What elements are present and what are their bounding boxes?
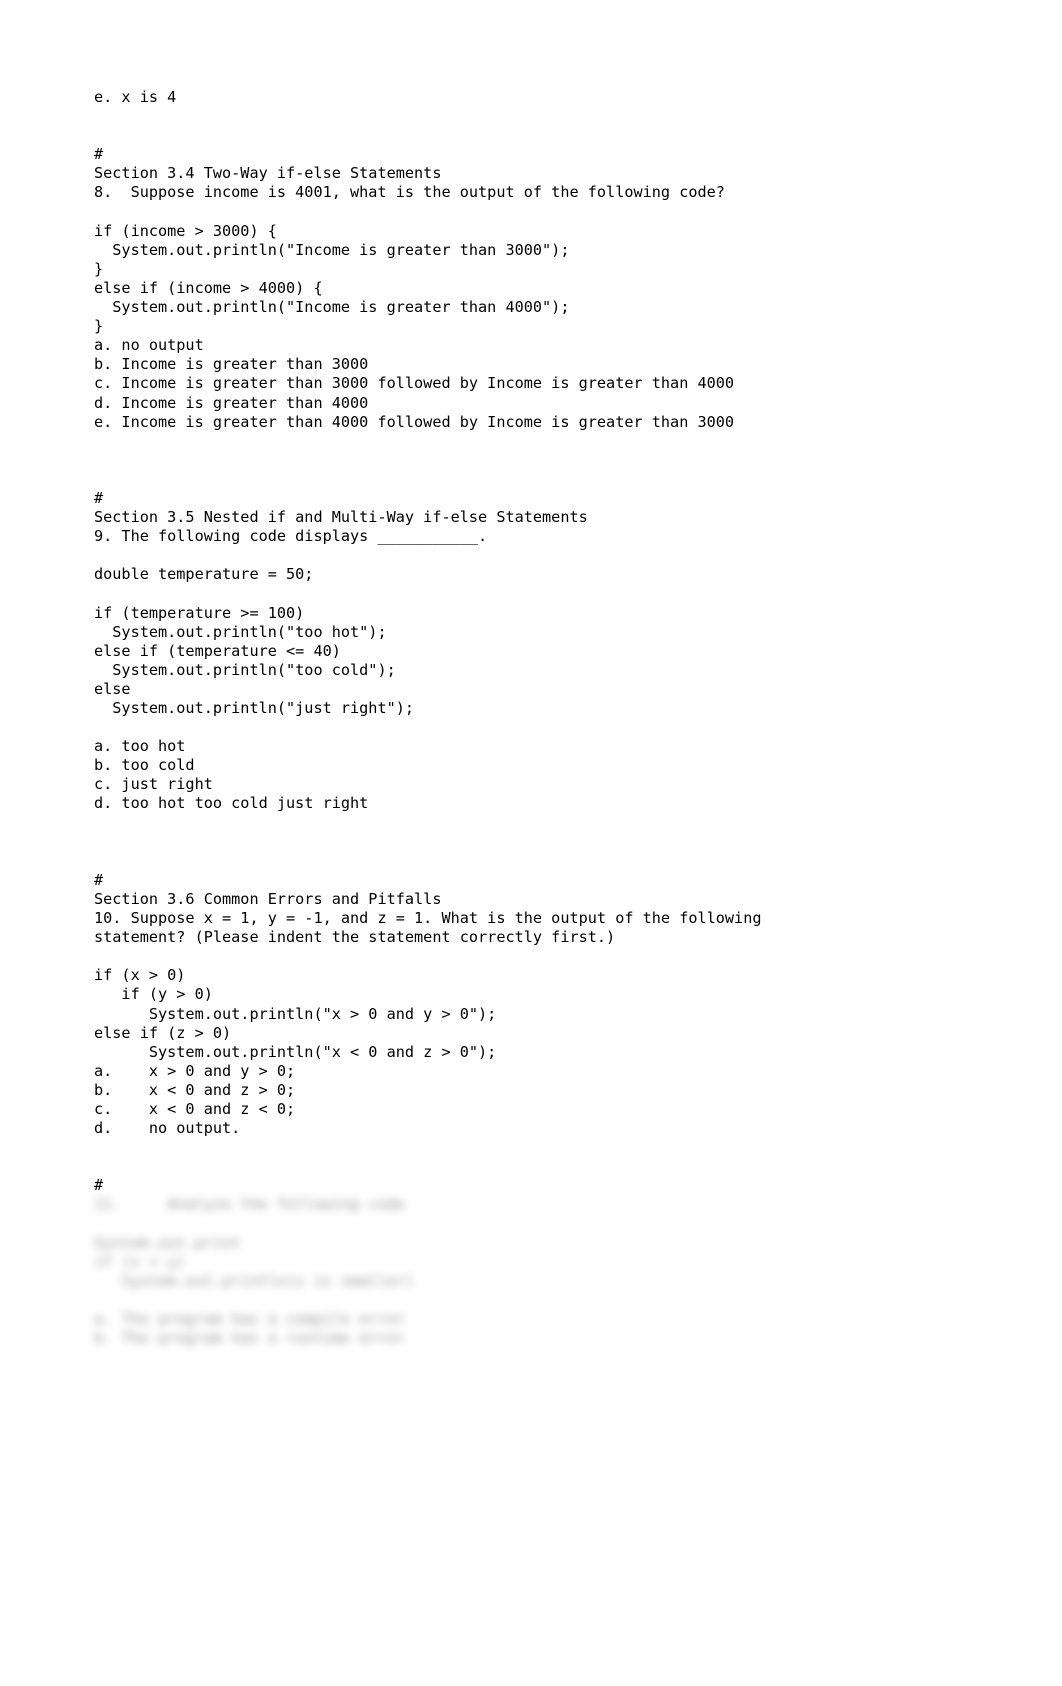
redacted-line xyxy=(94,1215,974,1234)
answer-option-b: b. Income is greater than 3000 xyxy=(94,355,369,374)
code-line: System.out.println("too cold"); xyxy=(94,660,396,679)
answer-option-a: a. no output xyxy=(94,336,204,355)
answer-option-e: e. Income is greater than 4000 followed … xyxy=(94,412,735,431)
answer-option-c: c. just right xyxy=(94,775,213,794)
section-marker-hash: # xyxy=(94,488,104,507)
section-marker-hash: # xyxy=(94,145,104,164)
answer-option-c: c. Income is greater than 3000 followed … xyxy=(94,374,735,393)
code-line: if (temperature >= 100) xyxy=(94,603,305,622)
code-line: if (income > 3000) { xyxy=(94,221,277,240)
section-marker-hash: # xyxy=(94,870,104,889)
code-line: System.out.println("x > 0 and y > 0"); xyxy=(94,1004,497,1023)
document-text-body: e. x is 4 # Section 3.4 Two-Way if-else … xyxy=(94,88,974,1348)
code-line: } xyxy=(94,259,104,278)
code-line: if (x > 0) xyxy=(94,966,186,985)
document-page: e. x is 4 # Section 3.4 Two-Way if-else … xyxy=(0,0,1062,1686)
redacted-line xyxy=(94,1291,974,1310)
answer-option-d: d. no output. xyxy=(94,1119,241,1138)
question-8-prompt: 8. Suppose income is 4001, what is the o… xyxy=(94,183,725,202)
redacted-line: System.out.println(x is smaller) xyxy=(94,1271,415,1290)
code-line: else if (z > 0) xyxy=(94,1023,232,1042)
answer-option-d: d. Income is greater than 4000 xyxy=(94,393,369,412)
redacted-blurred-region: 11. Analyze the following code System.ou… xyxy=(94,1195,974,1348)
section-heading-3-5: Section 3.5 Nested if and Multi-Way if-e… xyxy=(94,508,588,527)
code-line: } xyxy=(94,317,104,336)
code-line: else if (income > 4000) { xyxy=(94,278,323,297)
section-marker-hash: # xyxy=(94,1176,104,1195)
redacted-line: a. The program has a compile error xyxy=(94,1310,405,1328)
question-10-prompt-line-2: statement? (Please indent the statement … xyxy=(94,928,616,947)
section-heading-3-4: Section 3.4 Two-Way if-else Statements xyxy=(94,164,442,183)
redacted-line: if (x < y) xyxy=(94,1252,186,1271)
answer-option-c: c. x < 0 and z < 0; xyxy=(94,1099,296,1118)
answer-option-a: a. too hot xyxy=(94,737,186,756)
text-line: e. x is 4 xyxy=(94,88,177,106)
answer-option-a: a. x > 0 and y > 0; xyxy=(94,1061,296,1080)
answer-option-b: b. x < 0 and z > 0; xyxy=(94,1080,296,1099)
code-line: System.out.println("just right"); xyxy=(94,699,415,717)
redacted-line: 11. Analyze the following code xyxy=(94,1195,405,1214)
redacted-line: b. The program has a runtime error xyxy=(94,1329,405,1348)
question-10-prompt-line-1: 10. Suppose x = 1, y = -1, and z = 1. Wh… xyxy=(94,909,762,928)
code-line: else xyxy=(94,679,131,698)
code-line: System.out.println("Income is greater th… xyxy=(94,298,570,317)
code-line: else if (temperature <= 40) xyxy=(94,641,341,660)
question-9-prompt: 9. The following code displays _________… xyxy=(94,527,488,546)
code-line: System.out.println("Income is greater th… xyxy=(94,240,570,259)
answer-option-b: b. too cold xyxy=(94,756,195,775)
code-line: System.out.println("x < 0 and z > 0"); xyxy=(94,1042,497,1061)
code-line: System.out.println("too hot"); xyxy=(94,622,387,641)
code-line: double temperature = 50; xyxy=(94,565,314,584)
redacted-line: System.out.print xyxy=(94,1233,241,1252)
answer-option-d: d. too hot too cold just right xyxy=(94,794,369,813)
code-line: if (y > 0) xyxy=(94,985,213,1004)
section-heading-3-6: Section 3.6 Common Errors and Pitfalls xyxy=(94,889,442,908)
